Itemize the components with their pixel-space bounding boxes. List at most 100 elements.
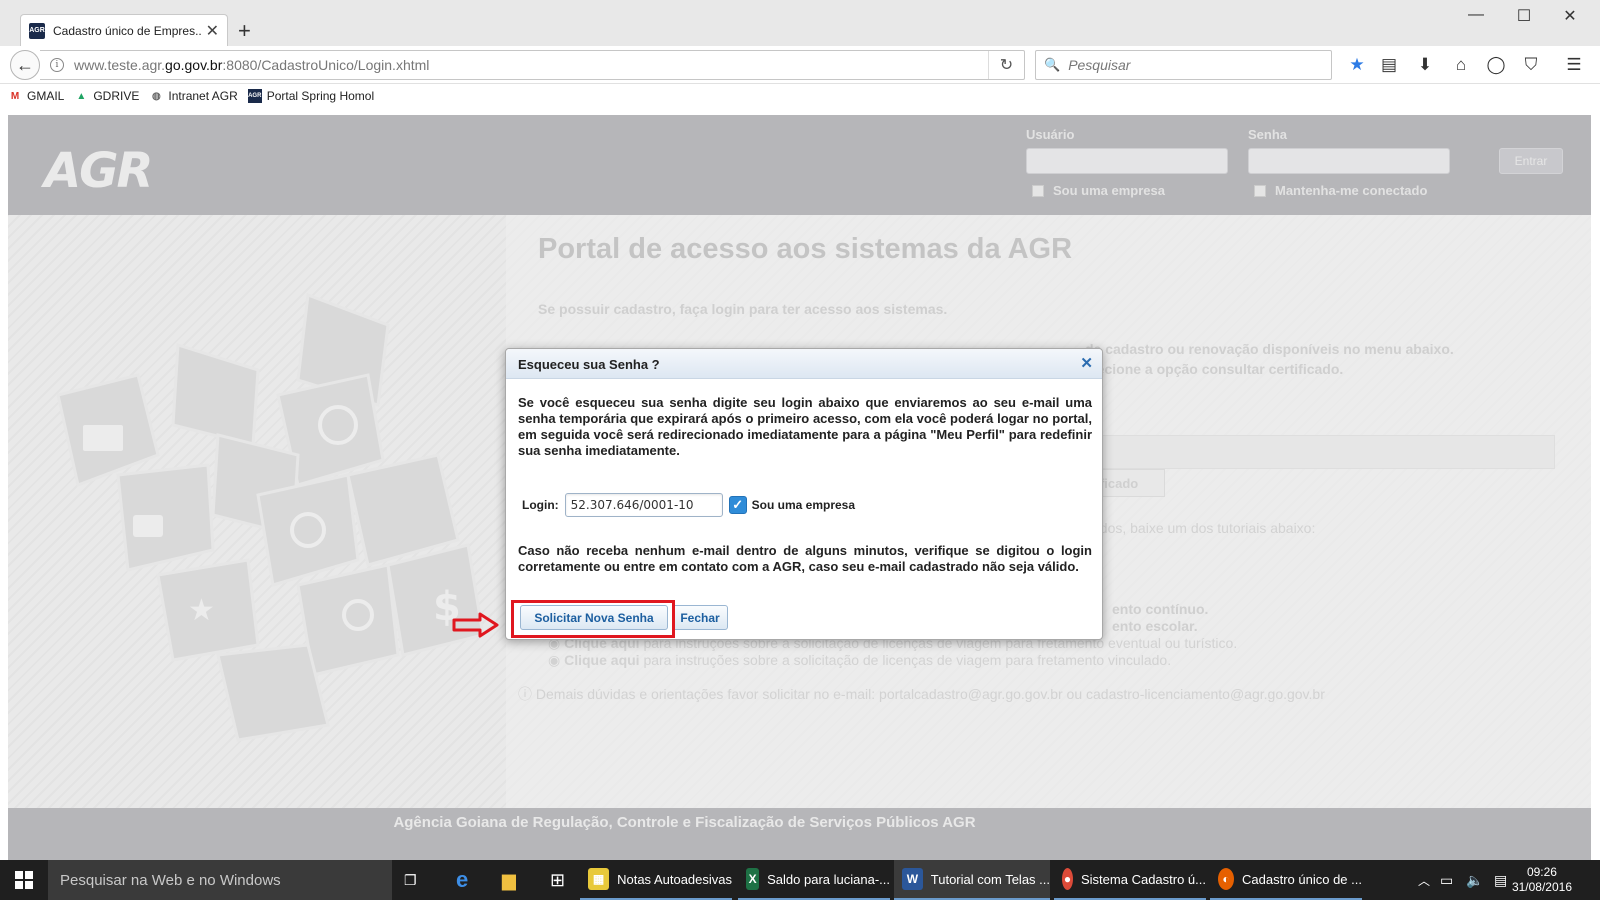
bookmark-portal-spring[interactable]: AGR Portal Spring Homol (247, 89, 374, 103)
bookmarks-bar: M GMAIL ▲ GDRIVE ◍ Intranet AGR AGR Port… (0, 84, 1600, 108)
link-line-4-text: para instruções sobre a solicitação de l… (639, 652, 1172, 668)
agr-logo: AGR (44, 143, 154, 199)
taskbar-app-firefox[interactable]: ◐ Cadastro único de ... (1210, 860, 1362, 900)
agr-icon: AGR (247, 89, 262, 103)
back-arrow-icon[interactable]: ← (10, 50, 40, 80)
tab-title: Cadastro único de Empres... (53, 23, 202, 38)
info-icon[interactable]: i (50, 58, 64, 72)
red-arrow-icon (452, 612, 499, 638)
taskbar-app-word[interactable]: W Tutorial com Telas ... (894, 860, 1050, 900)
bookmark-gmail[interactable]: M GMAIL (8, 89, 65, 103)
taskbar-app-label: Saldo para luciana-... (767, 871, 890, 887)
browser-titlebar: AGR Cadastro único de Empres... ✕ + — ☐ … (0, 0, 1600, 46)
user-label: Usuário (1026, 127, 1075, 142)
search-placeholder: Pesquisar (1068, 57, 1131, 73)
bookmark-label: GDRIVE (93, 89, 140, 103)
contact-text: Demais dúvidas e orientações favor solic… (535, 686, 1325, 702)
page-title: Portal de acesso aos sistemas da AGR (538, 233, 1073, 265)
excel-icon: X (746, 868, 760, 890)
window-close-icon[interactable]: ✕ (1548, 6, 1592, 26)
taskbar-search-input[interactable]: Pesquisar na Web e no Windows (48, 860, 392, 900)
link-line-2: ento escolar. (1112, 618, 1198, 634)
notifications-icon[interactable]: ▤ (1494, 860, 1507, 900)
reload-icon[interactable]: ↻ (988, 51, 1024, 79)
network-icon[interactable]: ▭ (1440, 860, 1453, 900)
cube-illustration: $ ★ (56, 292, 485, 742)
click-here-link[interactable]: Clique aqui (564, 652, 639, 668)
tutorials-text: cados, baixe um dos tutoriais abaixo: (1085, 520, 1316, 536)
taskbar-app-notes[interactable]: ▦ Notas Autoadesivas (580, 860, 732, 900)
clock-time: 09:26 (1526, 865, 1557, 879)
forgot-password-dialog: Esqueceu sua Senha ? ✕ Se você esqueceu … (505, 348, 1103, 640)
user-input[interactable] (1026, 148, 1228, 174)
download-icon[interactable]: ⬇ (1414, 54, 1436, 76)
dialog-header: Esqueceu sua Senha ? ✕ (506, 349, 1102, 379)
link-line-4: ◉ Clique aqui para instruções sobre a so… (548, 652, 1172, 668)
checkbox-label: Sou uma empresa (1053, 183, 1165, 198)
sticky-notes-icon: ▦ (588, 868, 610, 890)
svg-text:★: ★ (188, 593, 215, 628)
taskbar-app-label: Notas Autoadesivas (617, 871, 732, 887)
taskbar-app-chrome[interactable]: ● Sistema Cadastro ú... (1054, 860, 1206, 900)
checkbox-box[interactable] (1032, 184, 1044, 197)
file-explorer-icon[interactable]: ▆ (502, 860, 516, 900)
bookmark-intranet[interactable]: ◍ Intranet AGR (149, 89, 238, 103)
login-input[interactable] (564, 493, 723, 517)
pocket-icon[interactable]: ⛉ (1520, 54, 1542, 76)
highlight-box (511, 600, 675, 638)
store-icon[interactable]: ⊞ (550, 860, 565, 900)
checkbox-box[interactable] (1254, 184, 1266, 197)
navigation-bar: ← i www.teste.agr.go.gov.br:8080/Cadastr… (0, 46, 1600, 84)
url-bar[interactable]: i www.teste.agr.go.gov.br:8080/CadastroU… (40, 50, 1025, 80)
bookmark-label: GMAIL (27, 89, 65, 103)
dialog-message: Se você esqueceu sua senha digite seu lo… (518, 395, 1092, 458)
company-checkbox[interactable]: Sou uma empresa (1032, 183, 1165, 198)
volume-icon[interactable]: 🔈 (1466, 860, 1483, 900)
windows-taskbar: Pesquisar na Web e no Windows ❐ e ▆ ⊞ ▦ … (0, 860, 1600, 900)
footer-text: Agência Goiana de Regulação, Controle e … (393, 814, 976, 831)
bookmark-gdrive[interactable]: ▲ GDRIVE (74, 89, 139, 103)
browser-search-input[interactable]: 🔍 Pesquisar (1035, 50, 1332, 80)
close-dialog-button[interactable]: Fechar (672, 605, 728, 630)
dialog-title: Esqueceu sua Senha ? (518, 357, 660, 372)
taskbar-app-label: Sistema Cadastro ú... (1081, 871, 1206, 887)
bookmark-star-icon[interactable]: ★ (1346, 54, 1368, 76)
task-view-icon[interactable]: ❐ (404, 860, 417, 900)
portal-header: AGR Usuário Senha Entrar Sou uma empresa… (8, 115, 1591, 215)
portal-footer: Agência Goiana de Regulação, Controle e … (8, 808, 1591, 860)
taskbar-app-label: Cadastro único de ... (1242, 871, 1362, 887)
minimize-icon[interactable]: — (1454, 6, 1498, 24)
globe-icon: ◍ (151, 90, 161, 102)
checkbox-label: Mantenha-me conectado (1275, 183, 1428, 198)
search-icon: 🔍 (1044, 57, 1061, 72)
close-tab-icon[interactable]: ✕ (206, 21, 219, 41)
company-checkbox-label: Sou uma empresa (751, 498, 856, 512)
taskbar-app-excel[interactable]: X Saldo para luciana-... (738, 860, 890, 900)
edge-icon[interactable]: e (456, 860, 468, 900)
browser-tab[interactable]: AGR Cadastro único de Empres... ✕ (20, 14, 228, 46)
word-icon: W (902, 868, 923, 890)
gdrive-icon: ▲ (76, 90, 87, 102)
remember-checkbox[interactable]: Mantenha-me conectado (1254, 183, 1427, 198)
chrome-icon: ● (1062, 868, 1073, 890)
password-input[interactable] (1248, 148, 1450, 174)
maximize-icon[interactable]: ☐ (1502, 6, 1546, 26)
bookmarks-list-icon[interactable]: ▤ (1378, 54, 1400, 76)
dialog-note: Caso não receba nenhum e-mail dentro de … (518, 543, 1092, 574)
company-checkbox-checked[interactable]: ✓ (728, 496, 747, 514)
windows-start-icon[interactable] (0, 860, 48, 900)
enter-button[interactable]: Entrar (1499, 148, 1563, 174)
chat-icon[interactable]: ◯ (1485, 54, 1507, 76)
agr-favicon-icon: AGR (29, 22, 45, 39)
home-icon[interactable]: ⌂ (1450, 54, 1472, 76)
tray-chevron-icon[interactable]: ︿ (1418, 860, 1430, 900)
clock-date: 31/08/2016 (1511, 880, 1572, 894)
dialog-close-icon[interactable]: ✕ (1080, 354, 1093, 372)
system-clock[interactable]: 09:26 31/08/2016 (1512, 865, 1572, 895)
contact-line: ⓘ Demais dúvidas e orientações favor sol… (518, 686, 1325, 702)
info-line-1: de cadastro ou renovação disponíveis no … (1085, 341, 1454, 357)
new-tab-icon[interactable]: + (238, 18, 251, 44)
bookmark-label: Intranet AGR (168, 89, 238, 103)
menu-icon[interactable]: ☰ (1563, 54, 1585, 76)
password-label: Senha (1248, 127, 1288, 142)
